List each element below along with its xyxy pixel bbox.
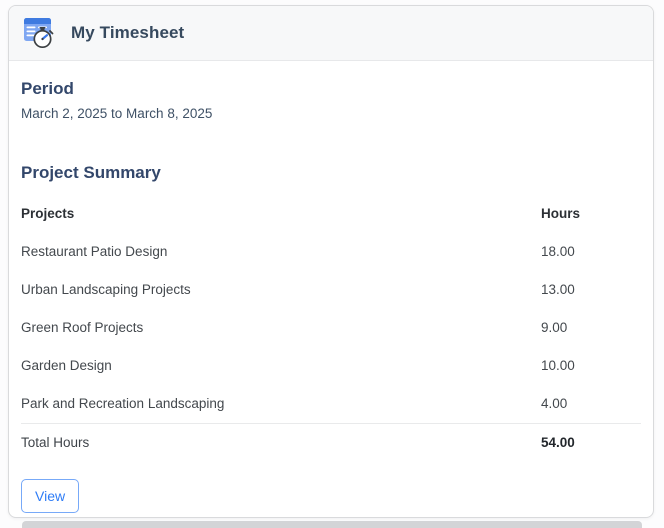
project-name: Restaurant Patio Design: [21, 243, 168, 259]
project-name: Green Roof Projects: [21, 319, 144, 335]
table-row: Green Roof Projects 9.00: [21, 309, 641, 347]
project-name: Park and Recreation Landscaping: [21, 395, 225, 411]
project-hours: 18.00: [541, 243, 575, 259]
project-hours: 10.00: [541, 357, 575, 373]
project-summary-heading: Project Summary: [21, 162, 161, 182]
total-label: Total Hours: [21, 434, 90, 450]
view-button[interactable]: View: [21, 478, 80, 513]
card-title: My Timesheet: [71, 23, 185, 42]
project-hours: 13.00: [541, 281, 575, 297]
card-body: Period March 2, 2025 to March 8, 2025 Pr…: [9, 80, 653, 513]
card-header: My Timesheet: [9, 6, 653, 61]
table-header-row: Projects Hours: [21, 195, 641, 233]
project-summary-table: Projects Hours Restaurant Patio Design 1…: [21, 195, 641, 462]
table-row: Urban Landscaping Projects 13.00: [21, 271, 641, 309]
my-timesheet-card: My Timesheet Period March 2, 2025 to Mar…: [8, 5, 654, 518]
project-name: Urban Landscaping Projects: [21, 281, 191, 297]
column-header-projects: Projects: [21, 205, 75, 221]
total-row: Total Hours 54.00: [21, 422, 641, 462]
column-header-hours: Hours: [541, 205, 581, 221]
table-row: Garden Design 10.00: [21, 347, 641, 385]
timesheet-table-stopwatch-icon: [23, 17, 59, 50]
project-name: Garden Design: [21, 357, 112, 373]
table-row: Restaurant Patio Design 18.00: [21, 233, 641, 271]
project-hours: 9.00: [541, 319, 568, 335]
total-hours: 54.00: [541, 434, 575, 450]
next-widget-edge: [22, 521, 642, 528]
period-range: March 2, 2025 to March 8, 2025: [21, 105, 213, 121]
project-hours: 4.00: [541, 395, 568, 411]
table-row: Park and Recreation Landscaping 4.00: [21, 385, 641, 423]
period-heading: Period: [21, 79, 74, 98]
